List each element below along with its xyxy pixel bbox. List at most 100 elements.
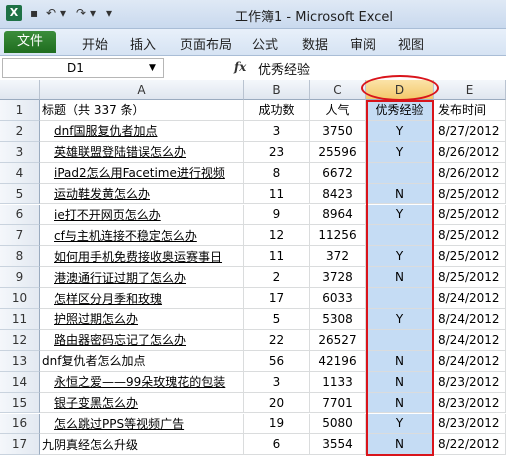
row-header[interactable]: 8	[0, 246, 40, 268]
cell[interactable]: 3	[244, 120, 310, 142]
cell[interactable]: 8/24/2012	[434, 288, 506, 309]
cell[interactable]: 8/23/2012	[434, 371, 506, 393]
cell[interactable]: 372	[310, 246, 366, 268]
customize-toolbar-icon[interactable]: ▾	[106, 6, 112, 20]
cell[interactable]: 11	[244, 246, 310, 268]
cell[interactable]: 8/23/2012	[434, 413, 506, 435]
cell[interactable]: 8/23/2012	[434, 392, 506, 414]
cell[interactable]: 3750	[310, 120, 366, 142]
tab-view[interactable]: 视图	[398, 34, 424, 53]
cell[interactable]: 路由器密码忘记了怎么办	[40, 329, 244, 351]
tab-home[interactable]: 开始	[82, 34, 108, 53]
cell[interactable]: 3728	[310, 267, 366, 289]
insert-function-icon[interactable]: fx	[234, 60, 246, 74]
cell[interactable]: 3554	[310, 434, 366, 456]
cell[interactable]: Y	[366, 309, 434, 330]
cell[interactable]: 8964	[310, 204, 366, 226]
cell[interactable]: 26527	[310, 329, 366, 351]
redo-icon[interactable]: ↷	[76, 6, 86, 20]
cell[interactable]: Y	[366, 413, 434, 435]
cell[interactable]	[366, 162, 434, 184]
cell[interactable]: 标题（共 337 条）	[40, 100, 244, 121]
cell[interactable]: 成功数	[244, 100, 310, 121]
cell[interactable]: dnf国服复仇者加点	[40, 120, 244, 142]
cell[interactable]: N	[366, 434, 434, 456]
cell[interactable]: dnf复仇者怎么加点	[40, 350, 244, 372]
cell[interactable]: 3	[244, 371, 310, 393]
cell[interactable]: 英雄联盟登陆错误怎么办	[40, 141, 244, 163]
name-box[interactable]: D1 ▼	[2, 58, 164, 78]
cell[interactable]: 11256	[310, 225, 366, 247]
cell[interactable]: 12	[244, 225, 310, 247]
cell[interactable]: 如何用手机免费接收奥运赛事日	[40, 246, 244, 268]
row-header[interactable]: 15	[0, 392, 40, 414]
cell[interactable]: 8/22/2012	[434, 434, 506, 456]
cell[interactable]: 5080	[310, 413, 366, 435]
cell[interactable]: N	[366, 267, 434, 289]
row-header[interactable]: 1	[0, 100, 40, 121]
row-header[interactable]: 7	[0, 225, 40, 247]
cell[interactable]: 8/25/2012	[434, 204, 506, 226]
tab-formulas[interactable]: 公式	[252, 34, 278, 53]
cell[interactable]: 9	[244, 204, 310, 226]
column-header-a[interactable]: A	[40, 80, 244, 100]
row-header[interactable]: 13	[0, 350, 40, 372]
cell[interactable]: 2	[244, 267, 310, 289]
cell[interactable]: 6033	[310, 288, 366, 309]
cell[interactable]: 5308	[310, 309, 366, 330]
cell[interactable]: 17	[244, 288, 310, 309]
cell[interactable]: 8/24/2012	[434, 329, 506, 351]
undo-dropdown-icon[interactable]: ▾	[60, 6, 66, 20]
cell[interactable]: 8/25/2012	[434, 246, 506, 268]
cell[interactable]: 23	[244, 141, 310, 163]
cell[interactable]: 港澳通行证过期了怎么办	[40, 267, 244, 289]
cell[interactable]	[366, 288, 434, 309]
cell[interactable]: 8/24/2012	[434, 309, 506, 330]
cell[interactable]: 九阴真经怎么升级	[40, 434, 244, 456]
chevron-down-icon[interactable]: ▼	[149, 59, 156, 77]
cell[interactable]: N	[366, 392, 434, 414]
cell[interactable]: Y	[366, 141, 434, 163]
cell[interactable]: 运动鞋发黄怎么办	[40, 183, 244, 205]
cell[interactable]: 怎么跳过PPS等视频广告	[40, 413, 244, 435]
cell[interactable]: 5	[244, 309, 310, 330]
cell[interactable]: 22	[244, 329, 310, 351]
cell[interactable]: 1133	[310, 371, 366, 393]
save-icon[interactable]: ▪	[30, 6, 38, 20]
cell[interactable]: N	[366, 371, 434, 393]
cell[interactable]: 发布时间	[434, 100, 506, 121]
row-header[interactable]: 3	[0, 141, 40, 163]
cell[interactable]: 8/25/2012	[434, 267, 506, 289]
cell[interactable]: 42196	[310, 350, 366, 372]
excel-app-icon[interactable]: X	[6, 5, 22, 21]
row-header[interactable]: 14	[0, 371, 40, 393]
cell[interactable]: 8/25/2012	[434, 183, 506, 205]
selected-cell[interactable]: 优秀经验	[366, 100, 434, 121]
tab-page-layout[interactable]: 页面布局	[180, 34, 232, 53]
row-header[interactable]: 5	[0, 183, 40, 205]
cell[interactable]: iPad2怎么用Facetime进行视频	[40, 162, 244, 184]
column-header-c[interactable]: C	[310, 80, 366, 100]
cell[interactable]: 人气	[310, 100, 366, 121]
row-header[interactable]: 16	[0, 413, 40, 435]
cell[interactable]: N	[366, 183, 434, 205]
row-header[interactable]: 17	[0, 434, 40, 456]
cell[interactable]: 7701	[310, 392, 366, 414]
file-tab[interactable]: 文件	[4, 31, 56, 53]
tab-insert[interactable]: 插入	[130, 34, 156, 53]
cell[interactable]: 8/24/2012	[434, 350, 506, 372]
cell[interactable]: 8/26/2012	[434, 162, 506, 184]
column-header-e[interactable]: E	[434, 80, 506, 100]
column-header-b[interactable]: B	[244, 80, 310, 100]
row-header[interactable]: 6	[0, 204, 40, 226]
row-header[interactable]: 2	[0, 120, 40, 142]
cell[interactable]: 8423	[310, 183, 366, 205]
row-header[interactable]: 12	[0, 329, 40, 351]
cell[interactable]: 8/26/2012	[434, 141, 506, 163]
row-header[interactable]: 4	[0, 162, 40, 184]
cell[interactable]: 25596	[310, 141, 366, 163]
cell[interactable]: 56	[244, 350, 310, 372]
cell[interactable]: 19	[244, 413, 310, 435]
select-all-corner[interactable]	[0, 80, 40, 100]
cell[interactable]: 8	[244, 162, 310, 184]
